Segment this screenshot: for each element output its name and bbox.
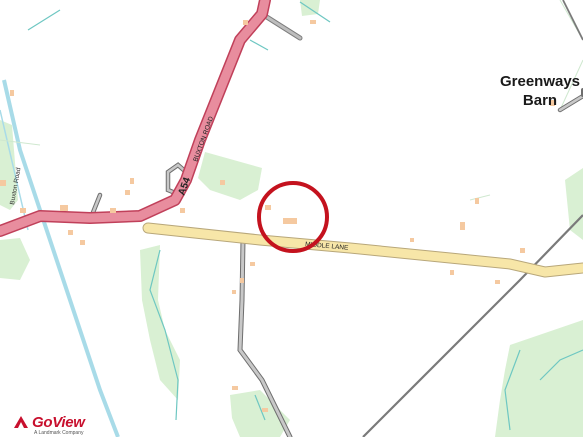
logo-text: GoView [32,414,85,431]
goview-logo: GoView A Landmark Company [12,414,85,436]
map-layer: Buxton Road A54 BUXTON ROAD MIDDLE LANE [0,0,583,437]
woodland-area [565,168,583,240]
middle-lane-road [142,222,583,278]
track [260,12,302,40]
map-canvas[interactable]: Buxton Road A54 BUXTON ROAD MIDDLE LANE … [0,0,583,437]
logo-subtext: A Landmark Company [34,430,84,436]
place-label-line1: Greenways [499,73,581,90]
place-label-greenways-barn: Greenways Barn [498,72,582,110]
place-label-line2: Barn [522,92,558,109]
woodland-area [0,238,30,280]
woodland-area [198,152,262,200]
stream [27,9,61,31]
a54-road [0,0,271,237]
stream [249,39,269,51]
woodland-area [140,245,180,400]
goview-logo-icon [14,416,28,428]
